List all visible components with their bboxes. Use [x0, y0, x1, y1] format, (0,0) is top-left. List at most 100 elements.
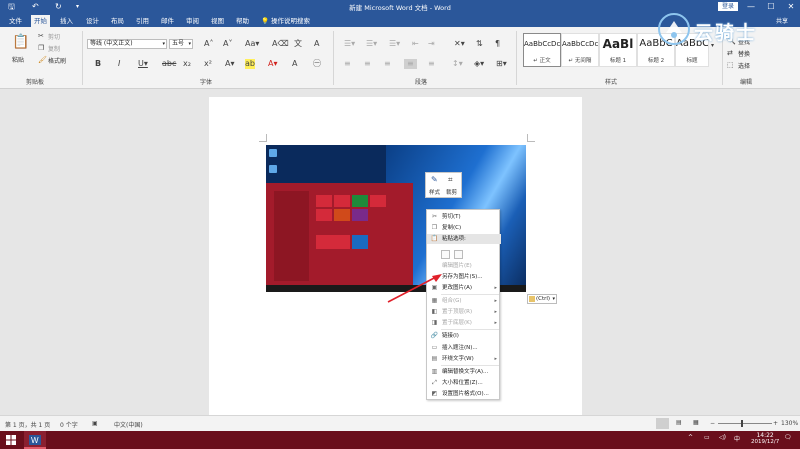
close-icon[interactable]: ✕	[782, 0, 800, 13]
paste-icon[interactable]: 📋	[12, 34, 29, 50]
crop-icon[interactable]: ⌗	[448, 175, 453, 185]
shrink-font-icon[interactable]: A˅	[223, 39, 232, 49]
numbering-icon[interactable]: ☰▾	[366, 39, 377, 49]
paste-button[interactable]: 粘贴	[12, 55, 24, 64]
style-normal[interactable]: AaBbCcDc ↵ 正文	[523, 33, 561, 67]
borders-icon[interactable]: ⊞▾	[496, 59, 507, 69]
style-icon[interactable]: ✎	[431, 175, 438, 185]
format-painter-button[interactable]: 格式刷	[48, 56, 66, 65]
read-mode-icon[interactable]	[656, 418, 669, 429]
menu-item-size-position[interactable]: ⤢ 大小和位置(Z)...	[427, 378, 501, 388]
subscript-icon[interactable]: x₂	[183, 59, 191, 69]
network-icon[interactable]: ▭	[704, 434, 710, 441]
tab-design[interactable]: 设计	[83, 15, 102, 27]
volume-icon[interactable]: ◁)	[719, 434, 726, 441]
show-marks-icon[interactable]: ¶	[495, 39, 500, 49]
align-left-icon[interactable]: ≡	[344, 59, 351, 69]
menu-item-format-picture[interactable]: ◩ 设置图片格式(O)...	[427, 389, 501, 399]
crop-button[interactable]: 裁剪	[446, 188, 457, 196]
replace-button[interactable]: 替换	[738, 49, 750, 58]
tab-insert[interactable]: 插入	[57, 15, 76, 27]
tray-expand-icon[interactable]: ^	[688, 434, 693, 441]
shading-icon[interactable]: ◈▾	[474, 59, 484, 69]
tab-view[interactable]: 视图	[208, 15, 227, 27]
tab-review[interactable]: 审阅	[183, 15, 202, 27]
change-case-icon[interactable]: Aa▾	[245, 39, 259, 49]
strikethrough-icon[interactable]: abc	[162, 59, 176, 69]
decrease-indent-icon[interactable]: ⇤	[412, 39, 419, 49]
character-shading-icon[interactable]: A	[292, 59, 297, 69]
bullets-icon[interactable]: ☰▾	[344, 39, 355, 49]
menu-item-send-to-back[interactable]: ◨ 置于底层(K) ▸	[427, 318, 501, 328]
menu-item-cut[interactable]: ✂ 剪切(T)	[427, 212, 501, 222]
phonetic-guide-icon[interactable]: 文	[294, 39, 302, 49]
highlight-icon[interactable]: ab	[245, 59, 255, 69]
paste-keep-format-icon[interactable]	[441, 250, 450, 259]
zoom-slider[interactable]	[718, 423, 772, 424]
scissors-icon[interactable]: ✂	[38, 31, 44, 41]
ime-indicator[interactable]: 中	[734, 434, 740, 443]
zoom-level[interactable]: 130%	[781, 420, 798, 427]
multilevel-list-icon[interactable]: ☰▾	[389, 39, 400, 49]
select-icon[interactable]: ⬚	[727, 60, 734, 70]
tell-me-search[interactable]: 操作说明搜索	[268, 15, 313, 27]
menu-item-wrap-text[interactable]: ▤ 环绕文字(W) ▸	[427, 354, 501, 364]
menu-item-copy[interactable]: ❐ 复制(C)	[427, 223, 501, 233]
page-count[interactable]: 第 1 页，共 1 页	[5, 420, 50, 429]
enclose-character-icon[interactable]: ㊀	[313, 59, 321, 69]
chinese-layout-icon[interactable]: ✕▾	[454, 39, 465, 49]
menu-item-insert-caption[interactable]: ▭ 插入题注(N)...	[427, 343, 501, 353]
copy-button[interactable]: 复制	[48, 44, 60, 53]
style-button[interactable]: 样式	[429, 188, 440, 196]
format-painter-icon[interactable]: 🖌	[38, 55, 47, 65]
proofing-icon[interactable]: ▣	[92, 420, 98, 427]
underline-icon[interactable]: U▾	[138, 59, 148, 69]
increase-indent-icon[interactable]: ⇥	[428, 39, 435, 49]
clock[interactable]: 14:22 2019/12/7	[751, 432, 779, 446]
bold-icon[interactable]: B	[95, 59, 101, 69]
align-center-icon[interactable]: ≡	[364, 59, 371, 69]
tab-layout[interactable]: 布局	[108, 15, 127, 27]
tab-references[interactable]: 引用	[133, 15, 152, 27]
word-count[interactable]: 0 个字	[60, 420, 78, 429]
share-button[interactable]: 共享	[776, 16, 788, 25]
tab-file[interactable]: 文件	[6, 15, 25, 27]
font-size-combo[interactable]: 五号 ▾	[169, 39, 193, 49]
notification-icon[interactable]: 🗨	[784, 434, 792, 441]
cut-button[interactable]: 剪切	[48, 32, 60, 41]
menu-item-link[interactable]: 🔗 链接(I)	[427, 331, 501, 341]
zoom-slider-thumb[interactable]	[741, 420, 743, 427]
character-border-icon[interactable]: A	[314, 39, 319, 49]
superscript-icon[interactable]: x²	[204, 59, 212, 69]
text-effects-icon[interactable]: A▾	[225, 59, 235, 69]
web-layout-icon[interactable]: ▦	[693, 419, 699, 426]
menu-item-edit-alt-text[interactable]: ▥ 编辑替换文字(A)...	[427, 367, 501, 377]
copy-icon[interactable]: ❐	[38, 43, 44, 53]
replace-icon[interactable]: ⇄	[727, 48, 733, 58]
style-no-spacing[interactable]: AaBbCcDc ↵ 无间隔	[561, 33, 599, 67]
taskbar-word-app[interactable]: W	[24, 431, 46, 449]
zoom-in-icon[interactable]: +	[773, 420, 778, 427]
paste-picture-icon[interactable]	[454, 250, 463, 259]
justify-icon[interactable]: ≡	[404, 59, 417, 69]
zoom-out-icon[interactable]: −	[710, 420, 715, 427]
print-layout-icon[interactable]: ▤	[676, 419, 682, 426]
paste-options-tag[interactable]: (Ctrl) ▾	[527, 294, 557, 304]
select-button[interactable]: 选择	[738, 61, 750, 70]
style-heading-1[interactable]: AaBl 标题 1	[599, 33, 637, 67]
align-right-icon[interactable]: ≡	[384, 59, 391, 69]
tab-help[interactable]: 帮助	[233, 15, 252, 27]
windows-start-icon[interactable]	[6, 435, 16, 445]
line-spacing-icon[interactable]: ↕▾	[452, 59, 463, 69]
font-name-combo[interactable]: 等线 (中文正文) ▾	[87, 39, 167, 49]
language-indicator[interactable]: 中文(中国)	[114, 420, 143, 429]
grow-font-icon[interactable]: A˄	[204, 39, 213, 49]
tab-mailings[interactable]: 邮件	[158, 15, 177, 27]
clear-format-icon[interactable]: A⌫	[272, 39, 289, 49]
distributed-icon[interactable]: ≡	[428, 59, 435, 69]
menu-item-bring-to-front[interactable]: ◧ 置于顶层(R) ▸	[427, 307, 501, 317]
italic-icon[interactable]: I	[118, 59, 120, 69]
sort-icon[interactable]: ⇅	[476, 39, 483, 49]
font-color-icon[interactable]: A▾	[268, 59, 278, 69]
tab-home[interactable]: 开始	[31, 15, 50, 27]
